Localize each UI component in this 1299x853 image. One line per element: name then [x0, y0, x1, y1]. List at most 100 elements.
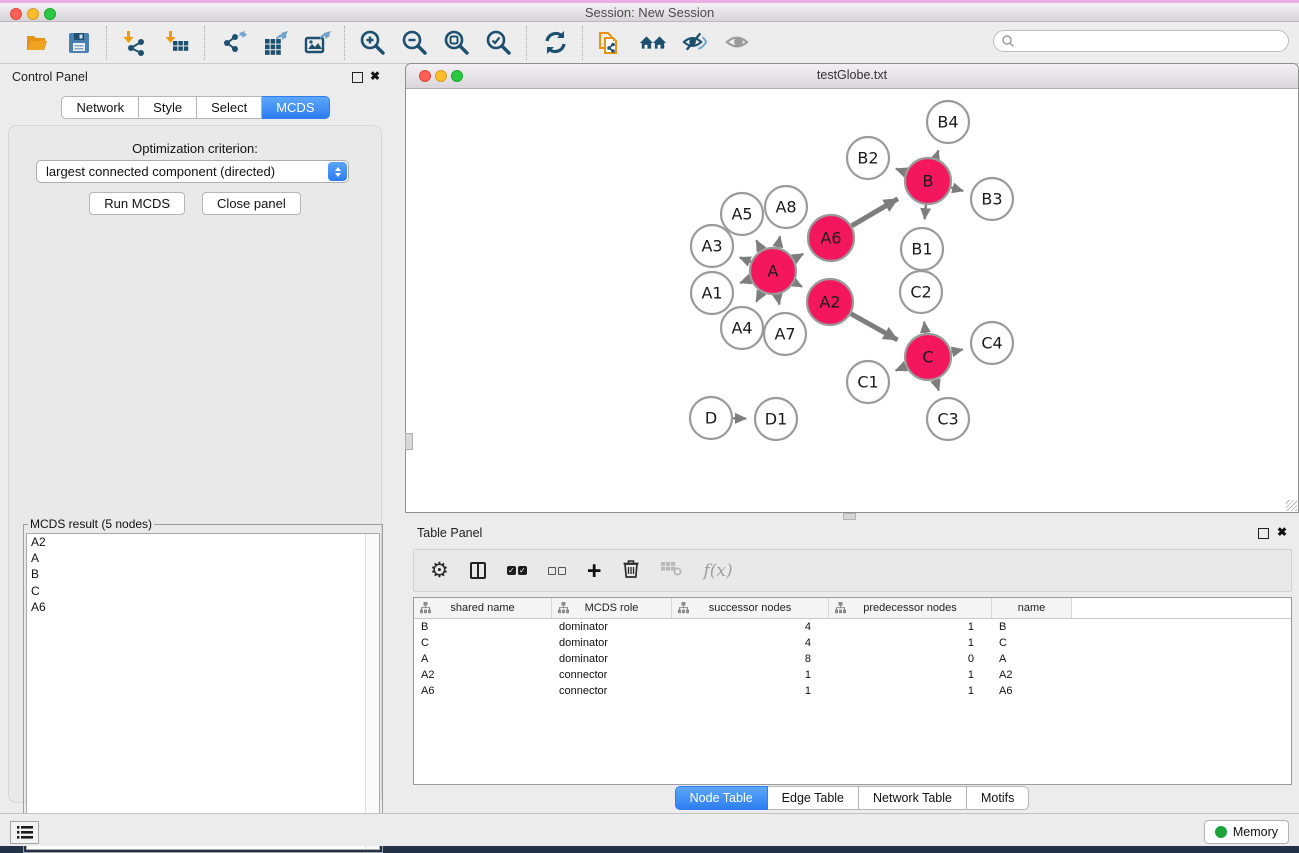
tab-edge-table[interactable]: Edge Table	[768, 786, 859, 810]
close-panel-icon[interactable]: ✖	[370, 69, 380, 83]
result-list-item[interactable]: A2	[27, 534, 379, 550]
delete-columns-icon[interactable]	[622, 558, 640, 584]
graph-edge-B-B1[interactable]	[925, 205, 926, 219]
mcds-result-list[interactable]: A2ABCA6	[26, 533, 380, 850]
table-cell[interactable]: 1	[829, 635, 992, 651]
table-cell[interactable]: 1	[829, 667, 992, 683]
column-header-predecessor-nodes[interactable]: predecessor nodes	[829, 598, 992, 618]
float-panel-icon[interactable]	[352, 72, 363, 83]
network-window-titlebar[interactable]: testGlobe.txt	[406, 64, 1298, 89]
table-row[interactable]: Adominator80A	[414, 651, 1291, 667]
column-header-successor-nodes[interactable]: successor nodes	[672, 598, 829, 618]
table-close-panel-icon[interactable]: ✖	[1277, 525, 1287, 539]
graph-edge-A6-B[interactable]	[852, 199, 898, 226]
table-float-panel-icon[interactable]	[1258, 528, 1269, 539]
graph-edge-B-B3[interactable]	[951, 187, 963, 190]
graph-edge-C-C4[interactable]	[951, 349, 962, 351]
table-cell[interactable]: C	[414, 635, 552, 651]
graph-edge-A-A8[interactable]	[778, 236, 780, 247]
table-cell[interactable]: 8	[672, 651, 829, 667]
table-row[interactable]: A2connector11A2	[414, 667, 1291, 683]
open-file-icon[interactable]	[23, 29, 51, 57]
search-input[interactable]	[993, 30, 1289, 52]
tab-node-table[interactable]: Node Table	[675, 786, 768, 810]
tab-motifs[interactable]: Motifs	[967, 786, 1029, 810]
export-image-icon[interactable]	[303, 29, 331, 57]
table-cell[interactable]: A6	[992, 683, 1072, 699]
table-row[interactable]: Bdominator41B	[414, 619, 1291, 635]
graph-edge-A-A7[interactable]	[777, 295, 779, 305]
table-cell[interactable]: 1	[672, 667, 829, 683]
duplicate-network-icon[interactable]	[597, 29, 625, 57]
table-cell[interactable]: connector	[552, 667, 672, 683]
create-column-icon[interactable]: +	[587, 561, 602, 581]
table-cell[interactable]: A	[992, 651, 1072, 667]
result-list-scrollbar[interactable]	[365, 534, 379, 849]
table-cell[interactable]: B	[992, 619, 1072, 635]
first-neighbors-icon[interactable]	[639, 29, 667, 57]
tab-style[interactable]: Style	[139, 96, 197, 119]
graph-edge-B-B4[interactable]	[936, 150, 939, 158]
show-columns-icon[interactable]	[470, 562, 486, 579]
table-cell[interactable]: 4	[672, 619, 829, 635]
table-settings-icon[interactable]: ⚙	[430, 560, 449, 581]
table-cell[interactable]: C	[992, 635, 1072, 651]
memory-button[interactable]: Memory	[1204, 820, 1289, 844]
graph-edge-C-C1[interactable]	[896, 366, 906, 370]
zoom-in-icon[interactable]	[359, 29, 387, 57]
tab-network[interactable]: Network	[61, 96, 139, 119]
column-header-name[interactable]: name	[992, 598, 1072, 618]
graph-edge-A-A1[interactable]	[740, 279, 750, 283]
tab-select[interactable]: Select	[197, 96, 262, 119]
table-cell[interactable]: 1	[672, 683, 829, 699]
zoom-out-icon[interactable]	[401, 29, 429, 57]
graph-edge-A-A6[interactable]	[794, 254, 803, 259]
import-network-icon[interactable]	[121, 29, 149, 57]
table-cell[interactable]: dominator	[552, 635, 672, 651]
table-cell[interactable]: A2	[992, 667, 1072, 683]
table-cell[interactable]: 1	[829, 683, 992, 699]
zoom-selected-icon[interactable]	[485, 29, 513, 57]
table-cell[interactable]: A2	[414, 667, 552, 683]
column-header-shared-name[interactable]: shared name	[414, 598, 552, 618]
close-panel-button[interactable]: Close panel	[202, 192, 301, 215]
graph-edge-C-C3[interactable]	[935, 380, 938, 391]
graph-edge-A-A2[interactable]	[794, 282, 802, 286]
network-vertical-scrollbar[interactable]	[405, 433, 413, 450]
graph-edge-A2-C[interactable]	[851, 314, 898, 340]
graph-edge-A-A5[interactable]	[756, 240, 761, 250]
graph-edge-C-C2[interactable]	[924, 322, 925, 333]
table-cell[interactable]: connector	[552, 683, 672, 699]
column-header-MCDS-role[interactable]: MCDS role	[552, 598, 672, 618]
optimization-criterion-select[interactable]: largest connected component (directed)	[36, 160, 349, 183]
result-list-item[interactable]: C	[27, 583, 379, 599]
graph-edge-A-A4[interactable]	[756, 292, 761, 302]
network-canvas[interactable]: B4B2BB3A8A5A6A3B1AA1C2A2A4A7C4CC1DC3D1	[406, 88, 1298, 512]
table-cell[interactable]: dominator	[552, 619, 672, 635]
zoom-fit-icon[interactable]	[443, 29, 471, 57]
unselect-all-columns-icon[interactable]	[548, 567, 566, 575]
show-graphics-details-icon[interactable]	[723, 29, 751, 57]
export-network-icon[interactable]	[219, 29, 247, 57]
network-resize-grip[interactable]	[1286, 500, 1297, 511]
show-panels-button[interactable]	[10, 821, 39, 844]
save-session-icon[interactable]	[65, 29, 93, 57]
table-cell[interactable]: A	[414, 651, 552, 667]
tab-mcds[interactable]: MCDS	[262, 96, 329, 119]
node-table[interactable]: shared nameMCDS rolesuccessor nodesprede…	[413, 597, 1292, 785]
result-list-item[interactable]: A6	[27, 599, 379, 615]
network-graph[interactable]: B4B2BB3A8A5A6A3B1AA1C2A2A4A7C4CC1DC3D1	[406, 88, 1298, 512]
graph-edge-B-B2[interactable]	[896, 169, 906, 173]
hide-graphics-details-icon[interactable]	[681, 29, 709, 57]
table-cell[interactable]: dominator	[552, 651, 672, 667]
apply-layout-icon[interactable]	[541, 29, 569, 57]
graph-edge-A-A3[interactable]	[740, 257, 751, 262]
table-cell[interactable]: 0	[829, 651, 992, 667]
select-all-columns-icon[interactable]: ✓✓	[507, 566, 527, 575]
splitter-handle[interactable]	[843, 513, 856, 520]
table-cell[interactable]: A6	[414, 683, 552, 699]
result-list-item[interactable]: B	[27, 566, 379, 582]
run-mcds-button[interactable]: Run MCDS	[89, 192, 185, 215]
table-cell[interactable]: 4	[672, 635, 829, 651]
table-cell[interactable]: B	[414, 619, 552, 635]
